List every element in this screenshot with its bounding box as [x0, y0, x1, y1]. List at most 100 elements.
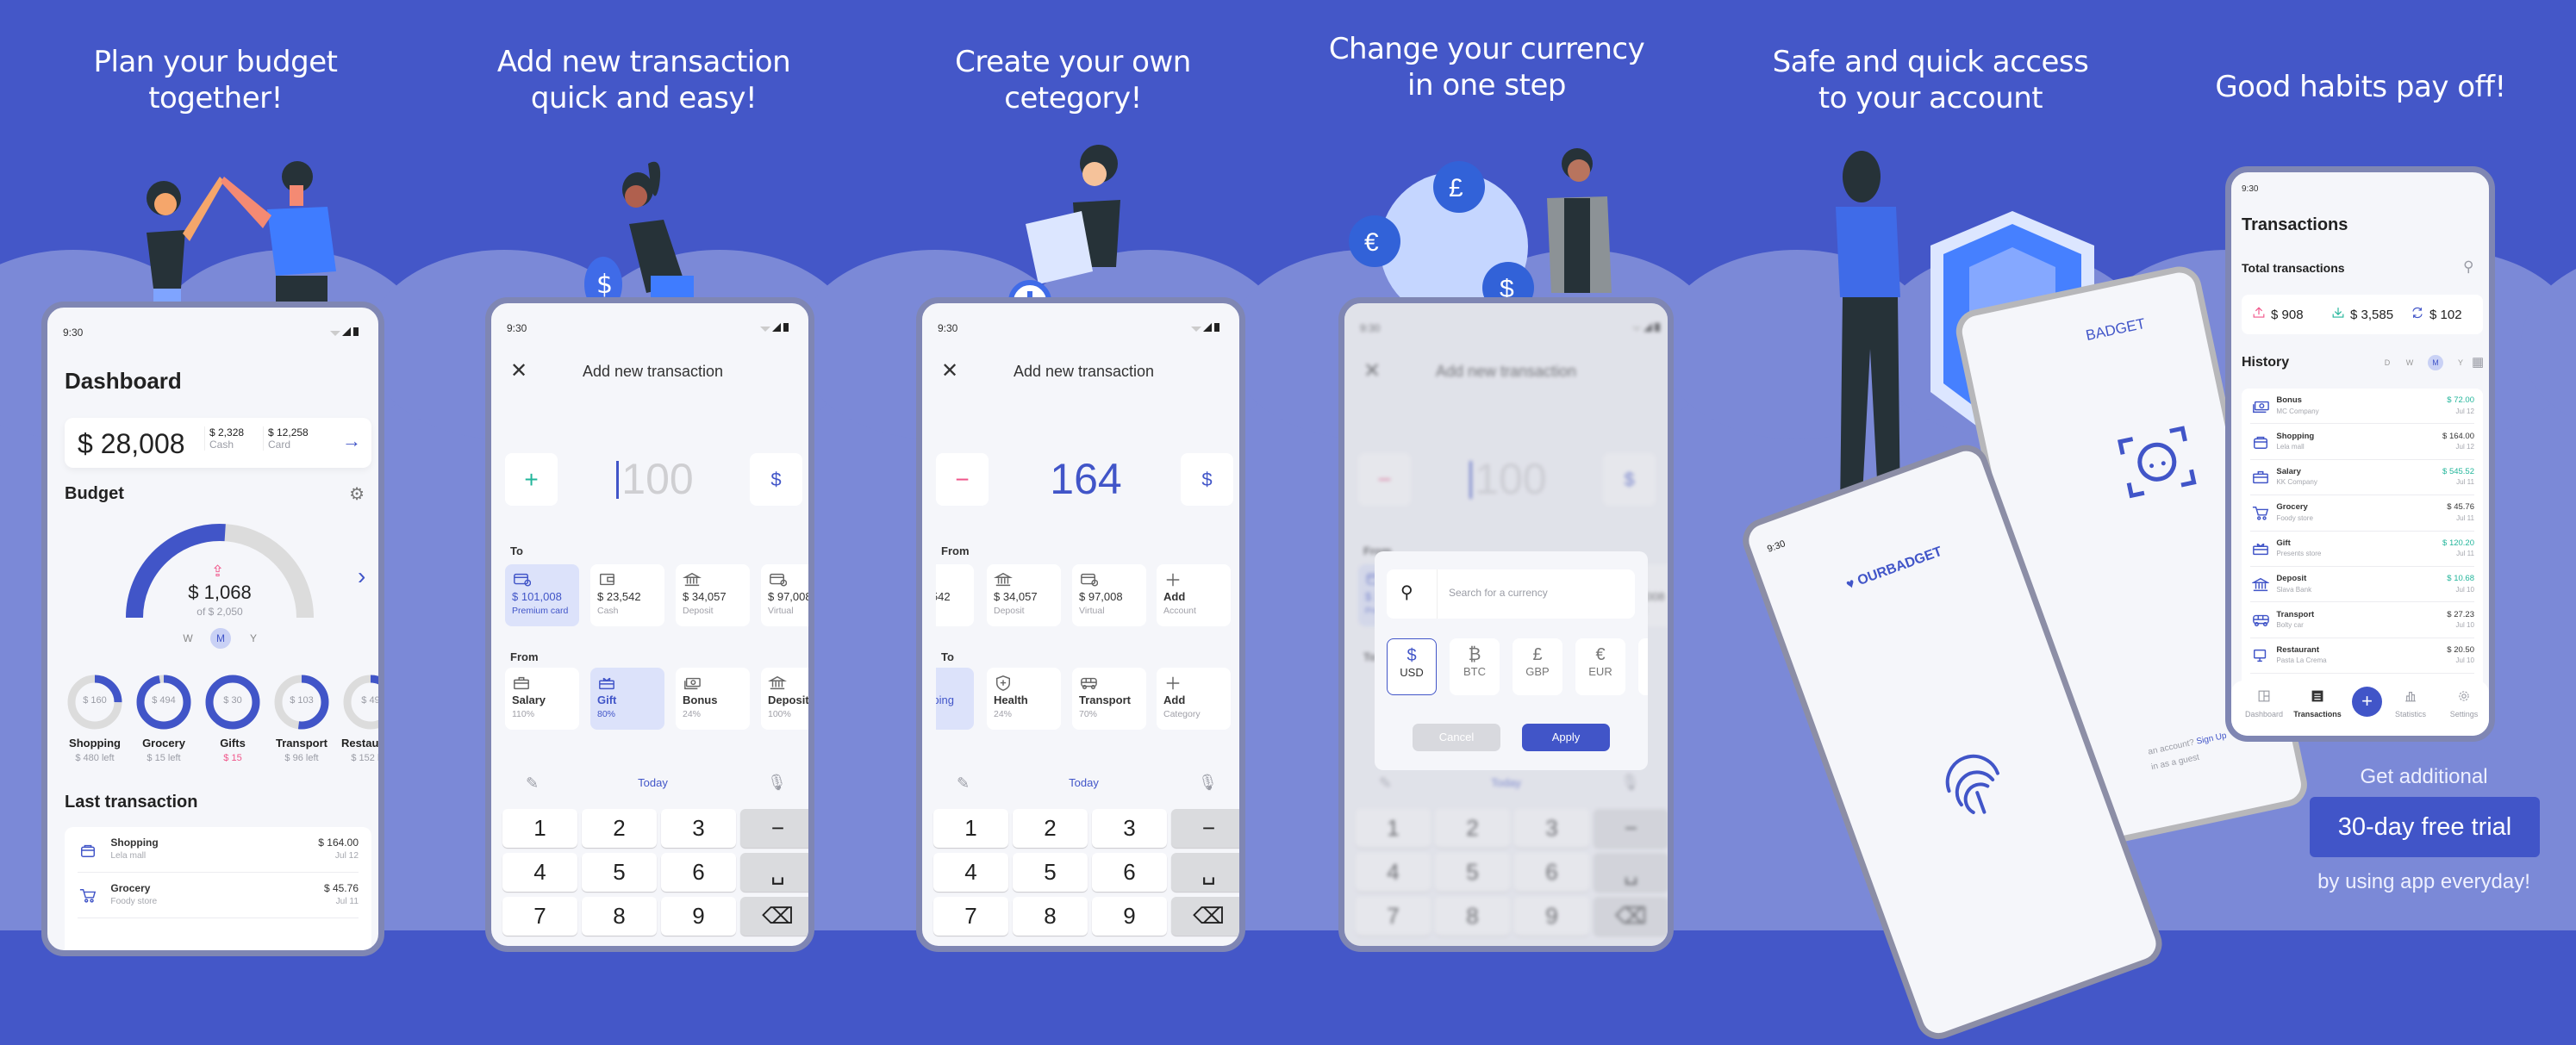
transaction-row[interactable]: Salary KK Company $ 545.52 Jul 11 [2250, 460, 2474, 496]
keypad-key[interactable]: 3 [661, 809, 736, 848]
bus-icon [1079, 675, 1098, 690]
account-card[interactable]: Shopping [936, 668, 974, 730]
keypad-key[interactable]: 7 [502, 897, 577, 936]
date-button[interactable]: Today [922, 776, 1239, 789]
keypad-key[interactable]: 7 [933, 897, 1008, 936]
promo-bottom-text: by using app everyday! [2317, 870, 2530, 893]
free-trial-button[interactable]: 30-day free trial [2310, 797, 2540, 857]
transaction-row[interactable]: Shopping Lela mall $ 164.00 Jul 12 [78, 827, 359, 873]
microphone-icon[interactable]: 🎙 [1198, 774, 1218, 792]
transaction-row[interactable]: Transport Bolty car $ 27.23 Jul 10 [2250, 602, 2474, 638]
account-card[interactable]: $ 34,057 Deposit [676, 564, 750, 626]
keypad-key[interactable]: ⌫ [1171, 897, 1239, 936]
keypad-key[interactable]: 2 [582, 809, 657, 848]
period-w[interactable]: W [2402, 355, 2417, 370]
keypad-key[interactable]: 1 [502, 809, 577, 848]
currency-option-gbp[interactable]: £ GBP [1513, 638, 1562, 695]
keypad-key[interactable]: ␣ [1171, 853, 1239, 892]
keypad-key[interactable]: − [740, 809, 808, 848]
face-id-icon[interactable] [2117, 426, 2197, 499]
account-card[interactable]: $ 23,542 Cash [590, 564, 664, 626]
account-card[interactable]: Deposit 100% [761, 668, 808, 730]
keypad-key[interactable]: 4 [502, 853, 577, 892]
account-card[interactable]: Transport 70% [1072, 668, 1146, 730]
keypad-key[interactable]: 8 [1013, 897, 1088, 936]
account-card[interactable]: $ 34,057 Deposit [987, 564, 1061, 626]
keypad-key[interactable]: 9 [1092, 897, 1167, 936]
currency-option-eur[interactable]: € EUR [1575, 638, 1625, 695]
add-transaction-fab[interactable]: + [2352, 687, 2382, 717]
category-budget[interactable]: $ 160 Shopping $ 480 left [60, 674, 129, 768]
currency-search[interactable]: ⚲ Search for a currency [1387, 569, 1635, 619]
guest-link[interactable]: in as a guest [2150, 753, 2200, 773]
currency-option-btc[interactable]: ₿ BTC [1450, 638, 1500, 695]
period-y[interactable]: Y [243, 628, 264, 649]
keypad-key[interactable]: ␣ [740, 853, 808, 892]
account-card[interactable]: $ 101,008 Premium card [505, 564, 579, 626]
amount-input[interactable]: 100 [569, 454, 741, 504]
currency-button[interactable]: $ [1181, 453, 1233, 506]
keypad-key[interactable]: ⌫ [740, 897, 808, 936]
keypad-key[interactable]: 6 [661, 853, 736, 892]
category-budget[interactable]: $ 494 Grocery $ 15 left [129, 674, 198, 768]
cancel-button[interactable]: Cancel [1413, 724, 1500, 751]
period-m[interactable]: M [210, 628, 231, 649]
chevron-right-icon[interactable]: › [358, 563, 365, 590]
account-card[interactable]: $ 97,008 Virtual [761, 564, 808, 626]
fingerprint-icon[interactable] [1930, 742, 2019, 830]
keypad-key[interactable]: − [1171, 809, 1239, 848]
category-budget[interactable]: $ 49Restaurant$ 152 left [336, 674, 378, 768]
account-card[interactable]: Add Account [1157, 564, 1231, 626]
arrow-right-icon[interactable]: → [342, 430, 361, 452]
keypad-key[interactable]: 4 [933, 853, 1008, 892]
currency-option-more[interactable] [1638, 638, 1648, 695]
transaction-row[interactable]: Bonus MC Company $ 72.00 Jul 12 [2250, 389, 2474, 425]
nav-settings[interactable]: Settings [2438, 689, 2489, 718]
account-card[interactable]: Bonus 24% [676, 668, 750, 730]
transaction-name: Grocery [2276, 502, 2308, 513]
search-icon[interactable]: ⚲ [2463, 258, 2473, 276]
category-budget[interactable]: $ 103 Transport $ 96 left [267, 674, 336, 768]
period-m[interactable]: M [2428, 355, 2443, 370]
keypad-key[interactable]: 8 [582, 897, 657, 936]
transaction-row[interactable]: Shopping Lela mall $ 164.00 Jul 12 [2250, 424, 2474, 460]
transaction-row[interactable]: Grocery Foody store $ 45.76 Jul 11 [2250, 495, 2474, 532]
period-d[interactable]: D [2380, 355, 2395, 370]
gear-icon[interactable]: ⚙ [349, 483, 365, 505]
apply-button[interactable]: Apply [1522, 724, 1610, 751]
nav-dashboard[interactable]: Dashboard [2238, 689, 2290, 718]
balance-card[interactable]: $ 28,008 $ 2,328 Cash $ 12,258 Card → [65, 418, 371, 468]
keypad-key[interactable]: 6 [1092, 853, 1167, 892]
currency-button[interactable]: $ [750, 453, 802, 506]
list-icon [2292, 689, 2343, 705]
last-transaction-list: Shopping Lela mall $ 164.00 Jul 12 Grocery Fo… [65, 827, 371, 950]
keypad-key[interactable]: 2 [1013, 809, 1088, 848]
account-card[interactable]: $ 97,008 Virtual [1072, 564, 1146, 626]
keypad-key[interactable]: 1 [933, 809, 1008, 848]
keypad-key[interactable]: 9 [661, 897, 736, 936]
transaction-row[interactable]: Gift Presents store $ 120.20 Jul 11 [2250, 532, 2474, 567]
keypad-key[interactable]: 5 [582, 853, 657, 892]
account-card[interactable]: Salary 110% [505, 668, 579, 730]
date-button[interactable]: Today [491, 776, 808, 789]
microphone-icon[interactable]: 🎙 [767, 774, 787, 792]
nav-transactions[interactable]: Transactions [2292, 689, 2343, 718]
transaction-row[interactable]: Grocery Foody store $ 45.76 Jul 11 [78, 873, 359, 918]
category-budget[interactable]: $ 30 Gifts $ 15 [198, 674, 267, 768]
transaction-row[interactable]: Restaurant Pasta La Crema $ 20.50 Jul 10 [2250, 638, 2474, 675]
sign-toggle-button[interactable]: − [936, 453, 989, 506]
account-card[interactable]: $ 23,542 [936, 564, 974, 626]
keypad-key[interactable]: 3 [1092, 809, 1167, 848]
period-y[interactable]: Y [2453, 355, 2468, 370]
account-card[interactable]: Gift 80% [590, 668, 664, 730]
calendar-icon[interactable]: ▦ [2472, 354, 2484, 370]
period-w[interactable]: W [178, 628, 198, 649]
transaction-row[interactable]: Deposit Slava Bank $ 10.68 Jul 10 [2250, 567, 2474, 603]
nav-statistics[interactable]: Statistics [2385, 689, 2436, 718]
keypad-key[interactable]: 5 [1013, 853, 1088, 892]
account-card[interactable]: Add Category [1157, 668, 1231, 730]
sign-toggle-button[interactable]: + [505, 453, 558, 506]
account-card[interactable]: Health 24% [987, 668, 1061, 730]
sign-up-link[interactable]: Sign Up [2196, 731, 2228, 747]
currency-option-usd[interactable]: $ USD [1387, 638, 1437, 695]
